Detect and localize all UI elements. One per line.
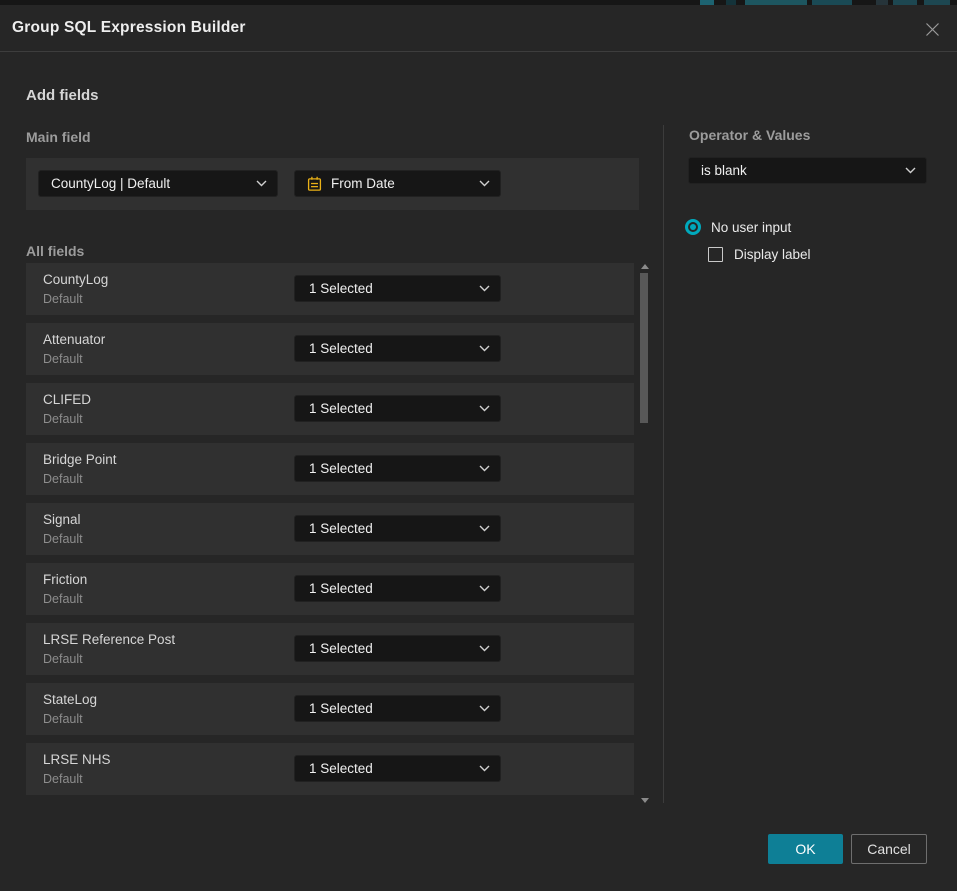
field-row: Attenuator Default 1 Selected [26, 323, 634, 375]
field-name: LRSE Reference Post [43, 632, 175, 647]
chevron-down-icon [479, 765, 490, 772]
main-layer-dropdown[interactable]: CountyLog | Default [38, 170, 278, 197]
field-selected-dropdown[interactable]: 1 Selected [294, 635, 501, 662]
field-selected-dropdown-value: 1 Selected [309, 401, 471, 416]
chevron-down-icon [479, 405, 490, 412]
chevron-down-icon [905, 167, 916, 174]
chevron-down-icon [479, 345, 490, 352]
add-fields-heading: Add fields [26, 87, 99, 104]
main-field-dropdown-value: From Date [331, 176, 471, 191]
close-icon [925, 22, 940, 37]
checkbox-icon[interactable] [708, 247, 723, 262]
chevron-down-icon [479, 585, 490, 592]
field-name: StateLog [43, 692, 97, 707]
field-name: CountyLog [43, 272, 108, 287]
field-row: CountyLog Default 1 Selected [26, 263, 634, 315]
no-user-input-label: No user input [711, 220, 791, 235]
field-selected-dropdown-value: 1 Selected [309, 641, 471, 656]
main-field-label: Main field [26, 129, 91, 145]
operator-dropdown-value: is blank [701, 163, 897, 178]
dialog-title: Group SQL Expression Builder [12, 19, 246, 37]
chevron-down-icon [256, 180, 267, 187]
field-selected-dropdown[interactable]: 1 Selected [294, 395, 501, 422]
display-label-option[interactable]: Display label [708, 247, 811, 262]
field-name: Signal [43, 512, 81, 527]
operator-values-label: Operator & Values [689, 127, 810, 143]
field-subtitle: Default [43, 532, 83, 546]
vertical-divider [663, 125, 664, 803]
field-subtitle: Default [43, 652, 83, 666]
field-name: LRSE NHS [43, 752, 111, 767]
scrollbar-thumb[interactable] [640, 273, 648, 423]
field-row: LRSE NHS Default 1 Selected [26, 743, 634, 795]
field-row: Friction Default 1 Selected [26, 563, 634, 615]
field-selected-dropdown-value: 1 Selected [309, 701, 471, 716]
field-row: Bridge Point Default 1 Selected [26, 443, 634, 495]
field-selected-dropdown[interactable]: 1 Selected [294, 275, 501, 302]
display-label-label: Display label [734, 247, 811, 262]
field-row: Signal Default 1 Selected [26, 503, 634, 555]
main-field-panel: CountyLog | Default From Date [26, 158, 639, 210]
field-selected-dropdown[interactable]: 1 Selected [294, 755, 501, 782]
scrollbar-down-arrow[interactable] [641, 798, 649, 803]
all-fields-list: CountyLog Default 1 Selected Attenuator … [26, 263, 634, 795]
field-selected-dropdown-value: 1 Selected [309, 341, 471, 356]
field-selected-dropdown-value: 1 Selected [309, 281, 471, 296]
field-selected-dropdown-value: 1 Selected [309, 461, 471, 476]
field-row: CLIFED Default 1 Selected [26, 383, 634, 435]
main-field-dropdown[interactable]: From Date [294, 170, 501, 197]
close-button[interactable] [922, 19, 942, 39]
field-subtitle: Default [43, 412, 83, 426]
chevron-down-icon [479, 285, 490, 292]
field-subtitle: Default [43, 712, 83, 726]
field-subtitle: Default [43, 352, 83, 366]
field-subtitle: Default [43, 772, 83, 786]
chevron-down-icon [479, 180, 490, 187]
field-selected-dropdown[interactable]: 1 Selected [294, 515, 501, 542]
operator-dropdown[interactable]: is blank [688, 157, 927, 184]
field-selected-dropdown[interactable]: 1 Selected [294, 575, 501, 602]
chevron-down-icon [479, 525, 490, 532]
field-row: LRSE Reference Post Default 1 Selected [26, 623, 634, 675]
scrollbar-up-arrow[interactable] [641, 264, 649, 269]
field-name: CLIFED [43, 392, 91, 407]
main-layer-dropdown-value: CountyLog | Default [51, 176, 248, 191]
ok-button[interactable]: OK [768, 834, 843, 864]
field-selected-dropdown[interactable]: 1 Selected [294, 695, 501, 722]
group-sql-expression-builder-dialog: Group SQL Expression Builder Add fields … [0, 5, 957, 891]
field-subtitle: Default [43, 292, 83, 306]
field-selected-dropdown-value: 1 Selected [309, 761, 471, 776]
chevron-down-icon [479, 645, 490, 652]
no-user-input-option[interactable]: No user input [685, 219, 791, 235]
chevron-down-icon [479, 465, 490, 472]
field-selected-dropdown-value: 1 Selected [309, 581, 471, 596]
chevron-down-icon [479, 705, 490, 712]
field-row: StateLog Default 1 Selected [26, 683, 634, 735]
field-selected-dropdown-value: 1 Selected [309, 521, 471, 536]
field-subtitle: Default [43, 472, 83, 486]
calendar-icon [307, 176, 322, 192]
field-subtitle: Default [43, 592, 83, 606]
field-selected-dropdown[interactable]: 1 Selected [294, 335, 501, 362]
field-selected-dropdown[interactable]: 1 Selected [294, 455, 501, 482]
dialog-header: Group SQL Expression Builder [0, 5, 957, 52]
cancel-button[interactable]: Cancel [851, 834, 927, 864]
all-fields-label: All fields [26, 243, 84, 259]
field-name: Bridge Point [43, 452, 117, 467]
field-name: Attenuator [43, 332, 105, 347]
field-name: Friction [43, 572, 87, 587]
radio-icon[interactable] [685, 219, 701, 235]
